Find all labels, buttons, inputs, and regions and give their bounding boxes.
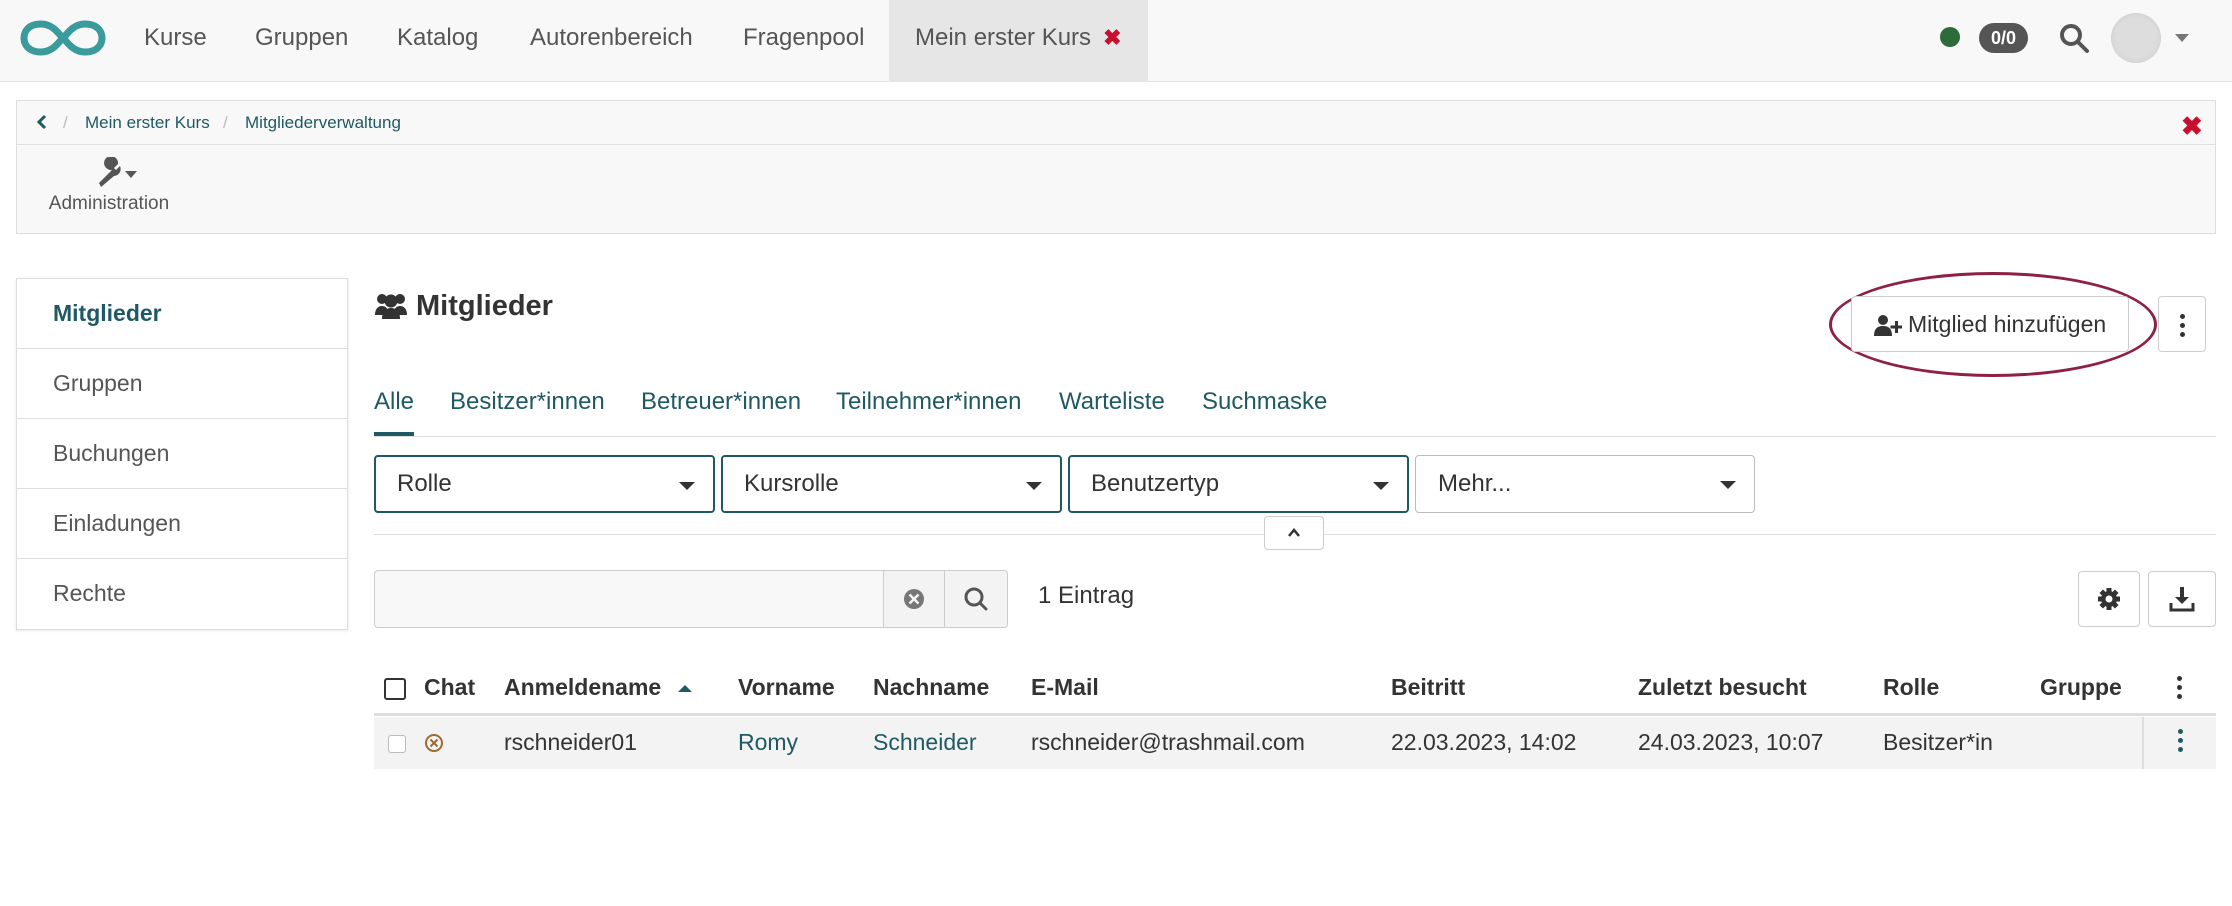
user-plus-icon xyxy=(1874,315,1903,336)
online-status-icon[interactable] xyxy=(1940,27,1960,47)
table-header: Chat Anmeldename Vorname Nachname E-Mail… xyxy=(374,664,2216,716)
side-item-buchungen[interactable]: Buchungen xyxy=(17,419,347,489)
filter-mehr-label: Mehr... xyxy=(1438,470,1512,497)
close-tab-icon[interactable]: ✖ xyxy=(1103,25,1121,50)
wrench-icon xyxy=(99,157,137,187)
col-rolle[interactable]: Rolle xyxy=(1883,674,1939,701)
page-title-text: Mitglieder xyxy=(416,290,553,322)
vertical-dots-icon xyxy=(2159,297,2205,337)
members-side-menu: Mitglieder Gruppen Buchungen Einladungen… xyxy=(16,278,348,630)
close-course-icon[interactable]: ✖ xyxy=(2181,111,2203,142)
cell-email: rschneider@trashmail.com xyxy=(1031,729,1305,755)
more-actions-button[interactable] xyxy=(2158,296,2206,352)
tab-alle[interactable]: Alle xyxy=(374,386,415,436)
download-icon xyxy=(2169,587,2195,612)
tab-suchmaske[interactable]: Suchmaske xyxy=(1202,386,1327,418)
filter-kursrolle[interactable]: Kursrolle xyxy=(721,455,1062,513)
nav-tab-course[interactable]: Mein erster Kurs ✖ xyxy=(889,0,1148,82)
vertical-dots-icon xyxy=(2142,664,2216,699)
tab-besitzer[interactable]: Besitzer*innen xyxy=(450,386,605,418)
filter-benutzertyp[interactable]: Benutzertyp xyxy=(1068,455,1409,513)
vertical-dots-icon xyxy=(2144,717,2216,752)
column-options-button[interactable] xyxy=(2142,664,2216,716)
breadcrumb-member-management[interactable]: Mitgliederverwaltung xyxy=(245,113,401,133)
filter-rolle[interactable]: Rolle xyxy=(374,455,715,513)
select-all-checkbox[interactable] xyxy=(384,678,406,700)
add-member-label: Mitglied hinzufügen xyxy=(1908,311,2107,337)
user-menu-caret-icon[interactable] xyxy=(2175,34,2189,42)
nav-autorenbereich[interactable]: Autorenbereich xyxy=(530,0,693,82)
chat-status-icon[interactable] xyxy=(424,733,444,753)
tab-teilnehmer[interactable]: Teilnehmer*innen xyxy=(836,386,1021,418)
notification-counter-badge[interactable]: 0/0 xyxy=(1979,23,2029,53)
users-icon xyxy=(375,294,407,319)
breadcrumb-separator: / xyxy=(223,113,228,132)
search-icon[interactable] xyxy=(2058,22,2090,54)
add-member-button[interactable]: Mitglied hinzufügen xyxy=(1851,296,2130,352)
tab-betreuer[interactable]: Betreuer*innen xyxy=(641,386,801,418)
side-item-mitglieder[interactable]: Mitglieder xyxy=(17,279,347,349)
row-select-checkbox[interactable] xyxy=(388,735,406,753)
tab-warteliste[interactable]: Warteliste xyxy=(1059,386,1165,418)
nav-fragenpool[interactable]: Fragenpool xyxy=(743,0,864,82)
caret-down-icon xyxy=(1373,482,1389,490)
administration-dropdown[interactable]: Administration xyxy=(39,157,179,227)
chevron-left-icon[interactable] xyxy=(33,113,51,131)
entry-count: 1 Eintrag xyxy=(1038,582,1135,609)
col-anmeldename[interactable]: Anmeldename xyxy=(504,674,696,701)
sort-ascending-icon xyxy=(677,685,692,692)
logo-infinity-icon[interactable] xyxy=(18,14,108,62)
administration-label: Administration xyxy=(48,193,170,214)
filter-mehr[interactable]: Mehr... xyxy=(1415,455,1755,513)
col-beitritt[interactable]: Beitritt xyxy=(1391,674,1465,701)
caret-down-icon xyxy=(679,482,695,490)
filter-kursrolle-label: Kursrolle xyxy=(744,470,839,497)
table-settings-button[interactable] xyxy=(2078,571,2140,627)
course-toolbar: / Mein erster Kurs / Mitgliederverwaltun… xyxy=(16,100,2216,234)
breadcrumb-course[interactable]: Mein erster Kurs xyxy=(85,113,210,133)
side-item-rechte[interactable]: Rechte xyxy=(17,559,347,629)
breadcrumb-separator: / xyxy=(63,113,68,132)
cell-role: Besitzer*in xyxy=(1883,729,1993,755)
col-nachname[interactable]: Nachname xyxy=(873,674,989,701)
col-chat[interactable]: Chat xyxy=(424,674,475,701)
breadcrumb: / Mein erster Kurs / Mitgliederverwaltun… xyxy=(17,101,2215,145)
user-avatar[interactable] xyxy=(2111,13,2161,63)
export-button[interactable] xyxy=(2148,571,2216,627)
filter-rolle-label: Rolle xyxy=(397,470,452,497)
col-vorname[interactable]: Vorname xyxy=(738,674,835,701)
side-item-einladungen[interactable]: Einladungen xyxy=(17,489,347,559)
chevron-up-icon xyxy=(1288,528,1300,537)
cell-last-visit: 24.03.2023, 10:07 xyxy=(1638,729,1824,755)
clear-circle-icon xyxy=(904,589,924,609)
nav-kurse[interactable]: Kurse xyxy=(144,0,207,82)
col-anmeldename-label: Anmeldename xyxy=(504,674,662,700)
table-row: rschneider01 Romy Schneider rschneider@t… xyxy=(374,717,2216,769)
col-email[interactable]: E-Mail xyxy=(1031,674,1099,701)
page-title: Mitglieder xyxy=(374,290,553,323)
gear-icon xyxy=(2098,588,2120,610)
top-navbar: Kurse Gruppen Katalog Autorenbereich Fra… xyxy=(0,0,2232,82)
cell-login: rschneider01 xyxy=(504,729,637,755)
member-tabs: Alle Besitzer*innen Betreuer*innen Teiln… xyxy=(374,386,2216,437)
nav-katalog[interactable]: Katalog xyxy=(397,0,478,82)
side-item-gruppen[interactable]: Gruppen xyxy=(17,349,347,419)
cell-firstname[interactable]: Romy xyxy=(738,729,798,756)
nav-gruppen[interactable]: Gruppen xyxy=(255,0,348,82)
nav-tab-course-label: Mein erster Kurs xyxy=(915,24,1092,51)
search-icon xyxy=(964,587,988,611)
caret-down-icon xyxy=(1720,481,1736,489)
cell-joined: 22.03.2023, 14:02 xyxy=(1391,729,1577,755)
search-button[interactable] xyxy=(944,570,1008,628)
cell-lastname[interactable]: Schneider xyxy=(873,729,977,756)
col-gruppe[interactable]: Gruppe xyxy=(2040,674,2122,701)
caret-down-icon xyxy=(1026,482,1042,490)
clear-search-button[interactable] xyxy=(883,570,945,628)
col-zuletzt-besucht[interactable]: Zuletzt besucht xyxy=(1638,674,1807,701)
filter-benutzertyp-label: Benutzertyp xyxy=(1091,470,1220,497)
row-actions-button[interactable] xyxy=(2142,717,2216,769)
collapse-filters-button[interactable] xyxy=(1264,516,1324,550)
search-input[interactable] xyxy=(374,570,884,628)
